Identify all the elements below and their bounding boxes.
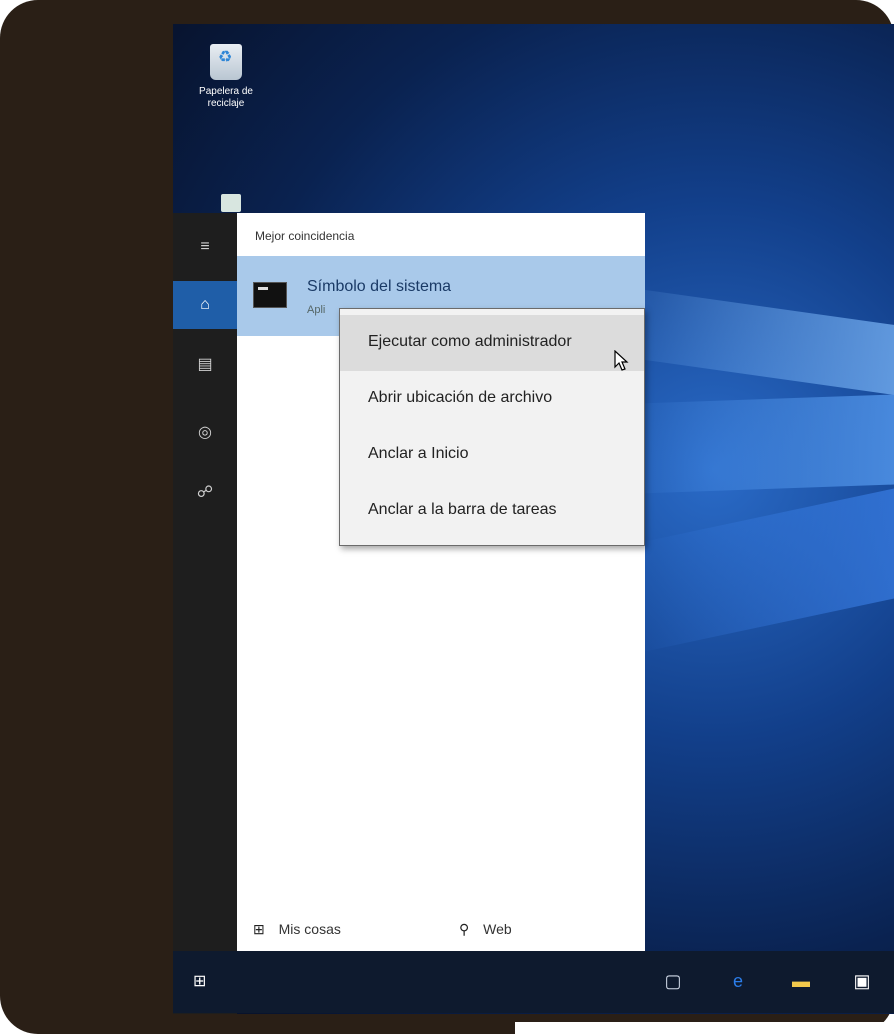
scope-web-label: Web (483, 921, 512, 937)
cursor-icon (614, 350, 629, 371)
wallpaper-beam (633, 484, 894, 654)
menu-run-as-admin[interactable]: Ejecutar como administrador (340, 315, 644, 371)
windows-icon: ⊞ (253, 921, 265, 937)
home-icon[interactable]: ⌂ (173, 281, 237, 329)
scope-web[interactable]: ⚲ Web (459, 921, 512, 938)
edge-icon[interactable]: e (726, 969, 750, 993)
menu-run-as-admin-label: Ejecutar como administrador (368, 333, 572, 350)
wallpaper-beam (603, 284, 894, 399)
start-button[interactable]: ⊞ (193, 971, 206, 991)
bottom-strip (515, 1022, 894, 1034)
context-menu: Ejecutar como administrador Abrir ubicac… (339, 308, 645, 546)
notebook-icon[interactable]: ▤ (173, 341, 237, 389)
start-rail: ≡ ⌂ ▤ ◎ ☍ (173, 213, 237, 1014)
menu-open-file-location[interactable]: Abrir ubicación de archivo (340, 371, 644, 427)
search-icon: ⚲ (459, 921, 470, 937)
store-icon[interactable]: ▣ (850, 969, 874, 993)
scope-my-stuff-label: Mis cosas (278, 921, 341, 937)
recycle-bin-label: Papelera de reciclaje (199, 86, 253, 109)
result-title: Símbolo del sistema (307, 278, 452, 295)
feedback-icon[interactable]: ☍ (173, 469, 237, 517)
menu-pin-to-start-label: Anclar a Inicio (368, 445, 469, 462)
wallpaper-beam (623, 393, 894, 494)
best-match-heading: Mejor coincidencia (255, 229, 355, 243)
recycle-bin-icon (210, 44, 242, 80)
menu-pin-to-taskbar-label: Anclar a la barra de tareas (368, 501, 557, 518)
cmd-icon (253, 282, 287, 308)
menu-pin-to-taskbar[interactable]: Anclar a la barra de tareas (340, 483, 644, 539)
lightbulb-icon[interactable]: ◎ (173, 409, 237, 457)
menu-pin-to-start[interactable]: Anclar a Inicio (340, 427, 644, 483)
taskbar: ⊞ ▢ e ▬ ▣ (173, 951, 894, 1013)
task-view-icon[interactable]: ▢ (661, 969, 685, 993)
hamburger-icon[interactable]: ≡ (173, 223, 237, 271)
folder-icon[interactable]: ▬ (789, 969, 813, 993)
menu-open-file-location-label: Abrir ubicación de archivo (368, 389, 553, 406)
scope-my-stuff[interactable]: ⊞ Mis cosas (253, 921, 341, 938)
recycle-bin-shortcut[interactable]: Papelera de reciclaje (191, 44, 261, 110)
result-subtitle: Apli (307, 304, 326, 316)
desktop-shortcut-icon[interactable] (221, 194, 241, 212)
